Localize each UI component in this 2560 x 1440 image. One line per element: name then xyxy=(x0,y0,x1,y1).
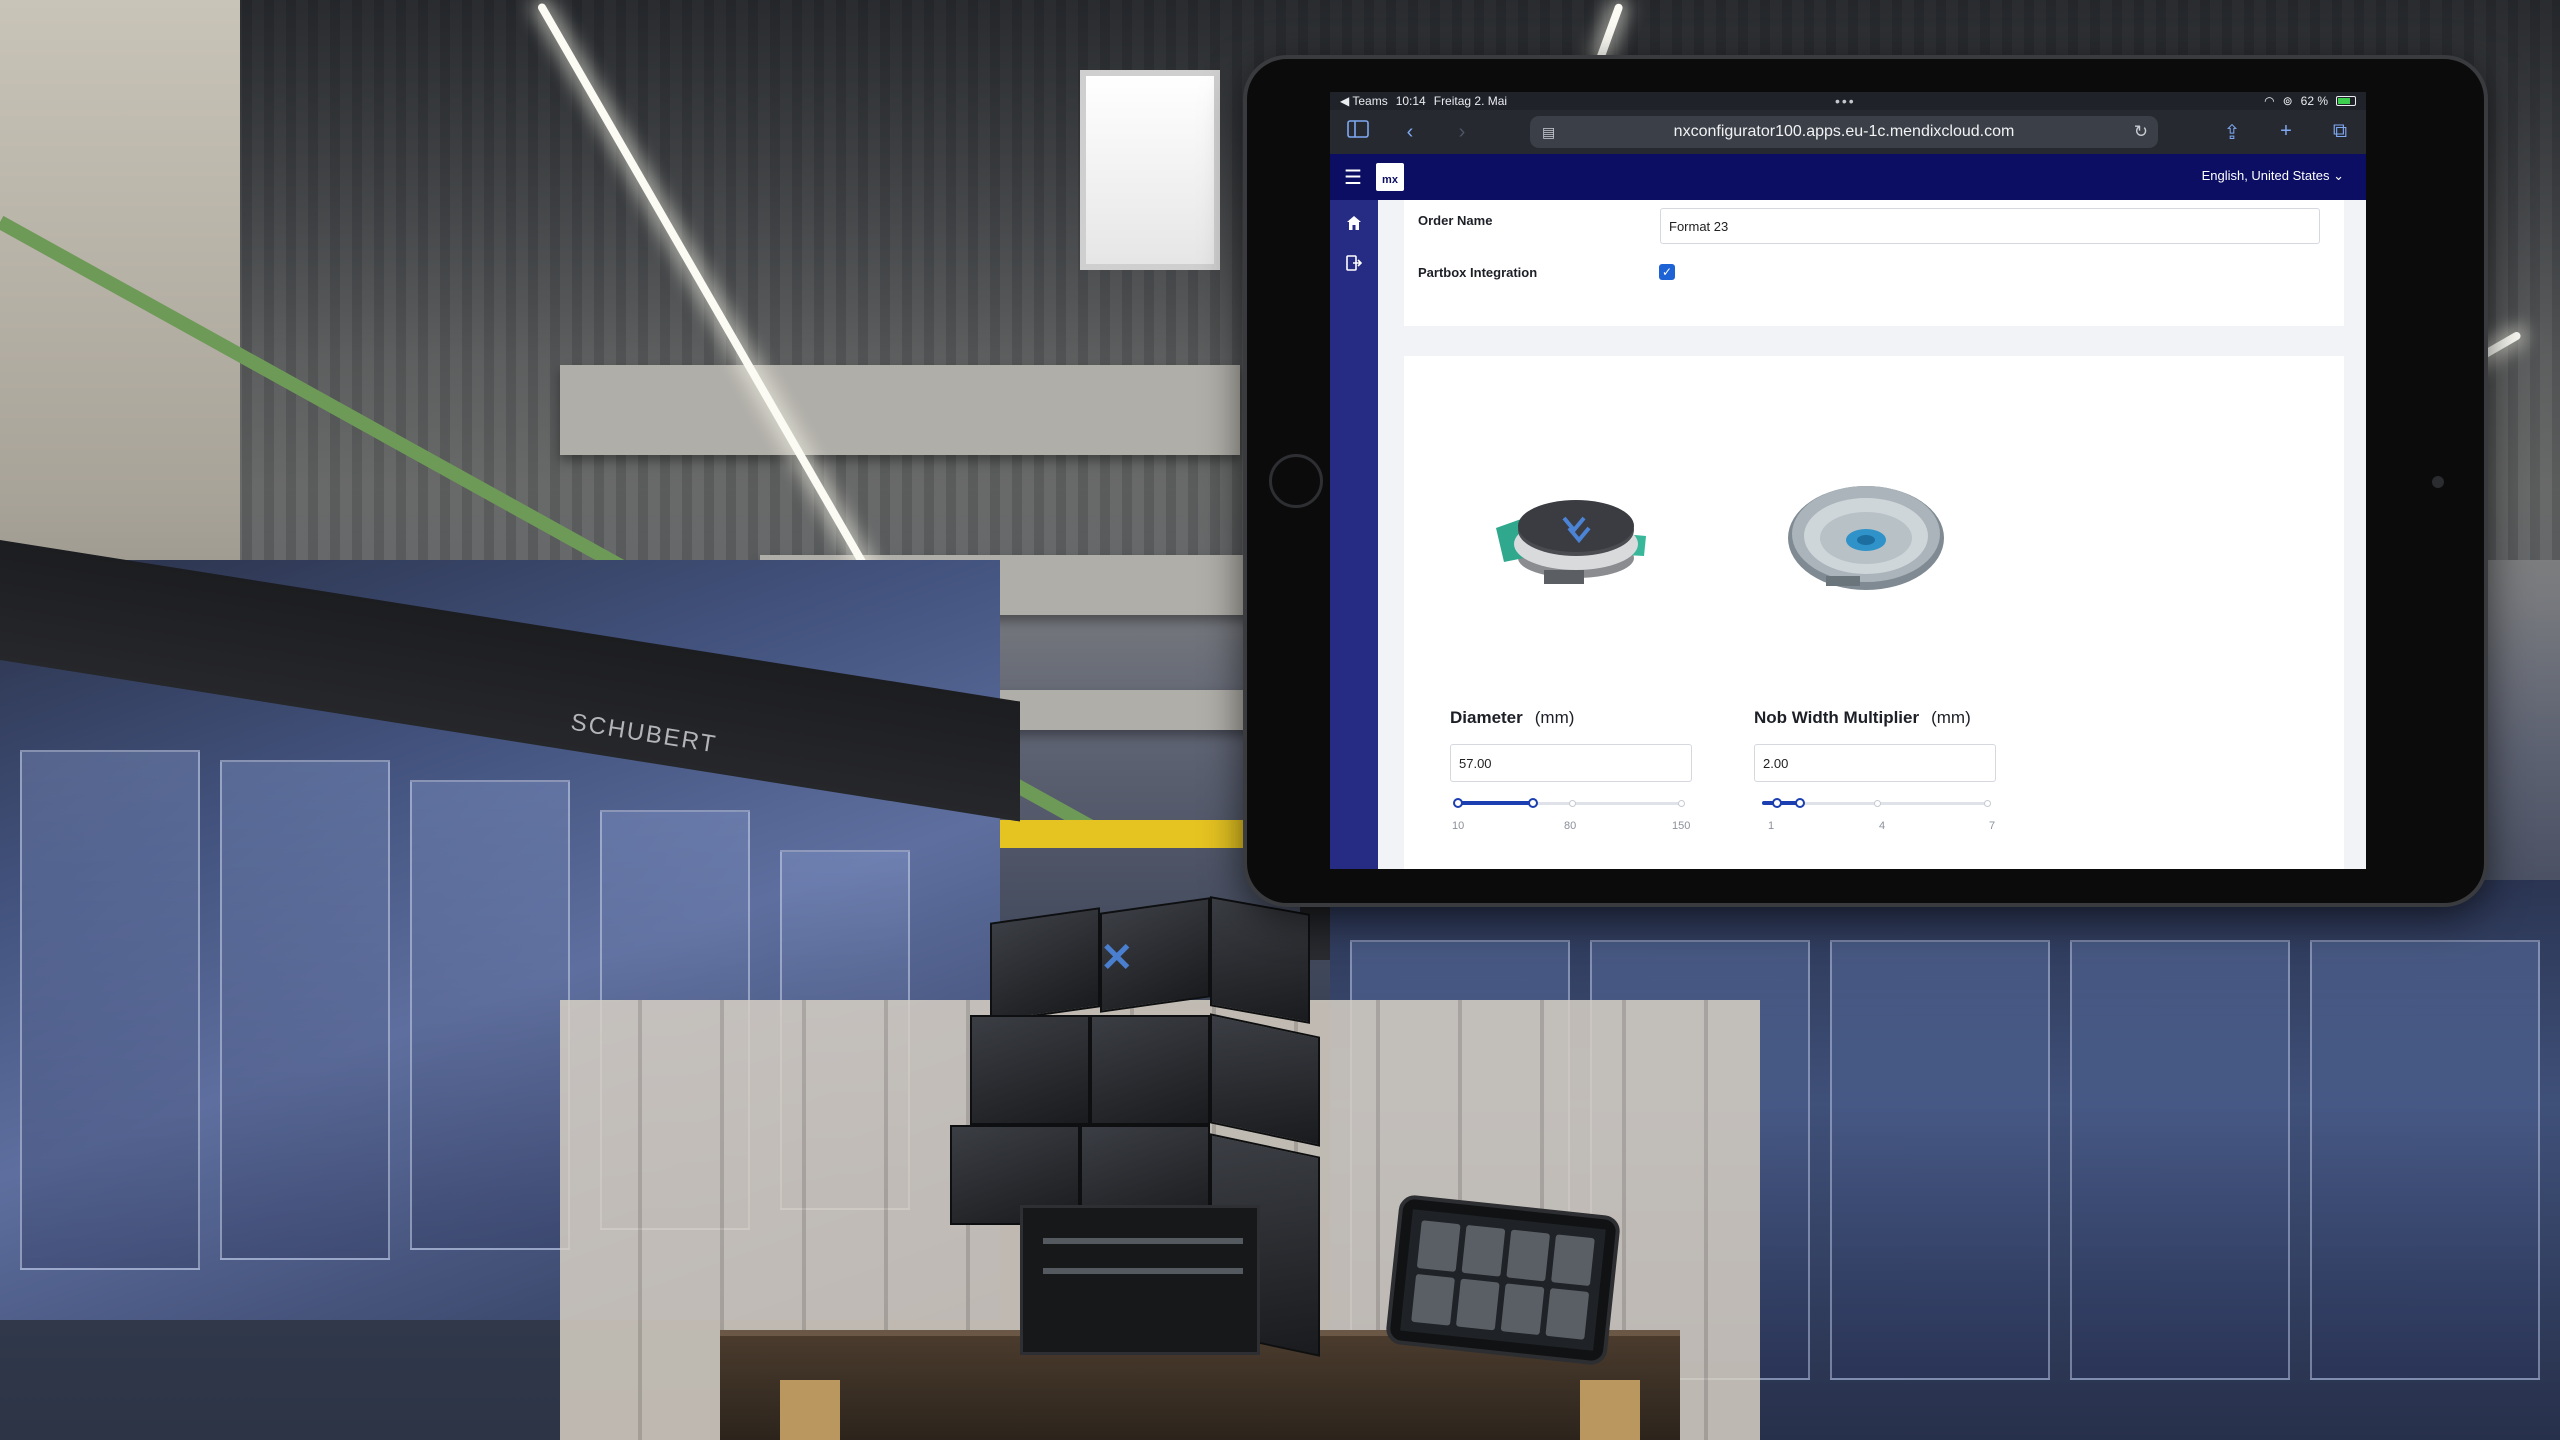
table-leg xyxy=(1580,1380,1640,1440)
slider-fill xyxy=(1456,801,1533,805)
status-bar: ◀ Teams 10:14 Freitag 2. Mai ••• ◠ ⊚ 62 … xyxy=(1330,92,2366,110)
partbox-checkbox[interactable]: ✓ xyxy=(1659,264,1675,280)
battery-percent: 62 % xyxy=(2300,94,2328,108)
slider-handle[interactable] xyxy=(1528,798,1538,808)
back-to-app-link[interactable]: ◀ Teams xyxy=(1340,94,1388,108)
slider-mark xyxy=(1874,800,1881,807)
nob-width-title: Nob Width Multiplier (mm) xyxy=(1754,708,1971,728)
hamburger-icon[interactable]: ☰ xyxy=(1344,165,1366,190)
disc-part-image xyxy=(1786,472,1946,602)
ipad-screen: ◀ Teams 10:14 Freitag 2. Mai ••• ◠ ⊚ 62 … xyxy=(1330,92,2366,869)
diameter-label: Diameter xyxy=(1450,708,1523,727)
new-tab-icon[interactable]: + xyxy=(2274,120,2298,145)
order-name-label: Order Name xyxy=(1418,213,1493,228)
nav-logout[interactable] xyxy=(1330,250,1378,280)
table-leg xyxy=(780,1380,840,1440)
nob-width-tick-mid: 4 xyxy=(1879,820,1886,832)
3d-printer-device: ✕ xyxy=(930,896,1350,1385)
slider-mark xyxy=(1984,800,1991,807)
home-icon xyxy=(1346,215,1362,236)
address-bar[interactable]: ▤ nxconfigurator100.apps.eu-1c.mendixclo… xyxy=(1530,116,2158,148)
nob-width-tick-min: 1 xyxy=(1768,820,1775,832)
order-card: Order Name Format 23 Partbox Integration… xyxy=(1404,200,2344,326)
status-time: 10:14 xyxy=(1395,94,1426,108)
ipad-home-ring xyxy=(1269,454,1323,508)
nav-home[interactable] xyxy=(1330,200,1378,250)
ipad-frame: ◀ Teams 10:14 Freitag 2. Mai ••• ◠ ⊚ 62 … xyxy=(1243,55,2488,907)
nob-width-slider[interactable] xyxy=(1762,796,1991,810)
page-settings-icon[interactable]: ▤ xyxy=(1542,124,1555,141)
forward-chevron-icon[interactable]: › xyxy=(1450,121,1474,144)
crane-beam xyxy=(960,820,1280,848)
multitask-dots-icon[interactable]: ••• xyxy=(1835,93,1856,109)
nob-width-tick-max: 7 xyxy=(1989,820,1996,832)
feeder-part-image xyxy=(1484,470,1654,605)
slider-handle[interactable] xyxy=(1795,798,1805,808)
ipad-camera xyxy=(2432,476,2444,488)
small-tablet-device xyxy=(1384,1193,1622,1367)
diameter-input[interactable]: 57.00 xyxy=(1450,744,1692,782)
order-name-input[interactable]: Format 23 xyxy=(1660,208,2320,244)
orientation-lock-icon: ⊚ xyxy=(2282,94,2293,108)
diameter-tick-min: 10 xyxy=(1452,820,1465,832)
sidebar-toggle-icon[interactable] xyxy=(1346,120,1370,144)
status-date: Freitag 2. Mai xyxy=(1433,94,1508,108)
printer-logo-icon: ✕ xyxy=(1100,936,1134,980)
chevron-down-icon: ⌄ xyxy=(2333,168,2344,183)
diameter-unit: (mm) xyxy=(1534,708,1575,727)
diameter-slider[interactable] xyxy=(1453,796,1685,810)
ceiling-beam xyxy=(560,365,1240,455)
diameter-tick-max: 150 xyxy=(1672,820,1691,832)
printer-bay xyxy=(1020,1205,1260,1355)
slider-start-knob[interactable] xyxy=(1772,798,1782,808)
share-icon[interactable]: ⇪ xyxy=(2220,120,2244,145)
nob-width-unit: (mm) xyxy=(1931,708,1971,727)
language-label: English, United States xyxy=(2201,168,2330,183)
browser-toolbar: ‹ › ▤ nxconfigurator100.apps.eu-1c.mendi… xyxy=(1330,110,2366,154)
tabs-overview-icon[interactable]: ⧉ xyxy=(2328,120,2352,145)
slider-start-knob[interactable] xyxy=(1453,798,1463,808)
slider-mark xyxy=(1678,800,1685,807)
side-navigation xyxy=(1330,200,1378,869)
diameter-title: Diameter (mm) xyxy=(1450,708,1574,728)
url-text: nxconfigurator100.apps.eu-1c.mendixcloud… xyxy=(1673,123,2015,140)
reload-icon[interactable]: ↻ xyxy=(2134,122,2148,142)
mendix-logo: mx xyxy=(1376,163,1404,191)
nob-width-input[interactable]: 2.00 xyxy=(1754,744,1996,782)
nob-width-label: Nob Width Multiplier xyxy=(1754,708,1920,727)
logout-icon xyxy=(1346,254,1363,276)
battery-icon xyxy=(2336,96,2356,106)
wifi-icon: ◠ xyxy=(2264,94,2275,108)
skylight xyxy=(1080,70,1220,270)
slider-mark xyxy=(1569,800,1576,807)
diameter-tick-mid: 80 xyxy=(1564,820,1577,832)
app-header: ☰ mx English, United States ⌄ xyxy=(1330,154,2366,200)
back-chevron-icon[interactable]: ‹ xyxy=(1398,121,1422,144)
parameters-card: Diameter (mm) 57.00 10 80 150 Nob Width M… xyxy=(1404,356,2344,869)
language-selector[interactable]: English, United States ⌄ xyxy=(2202,168,2344,184)
partbox-label: Partbox Integration xyxy=(1418,265,1538,280)
